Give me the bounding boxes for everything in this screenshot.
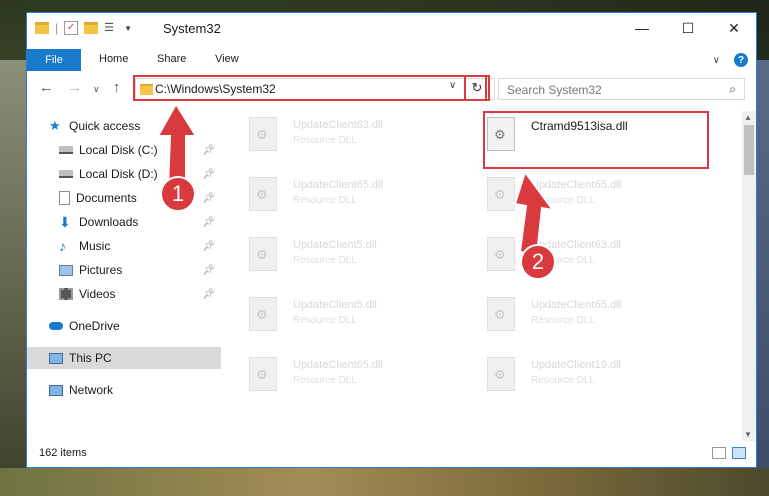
annotation-arrows — [156, 102, 556, 256]
step-badge-1: 1 — [160, 176, 196, 212]
step-badge-2: 2 — [520, 244, 556, 280]
arrow-2-shape — [513, 169, 556, 256]
